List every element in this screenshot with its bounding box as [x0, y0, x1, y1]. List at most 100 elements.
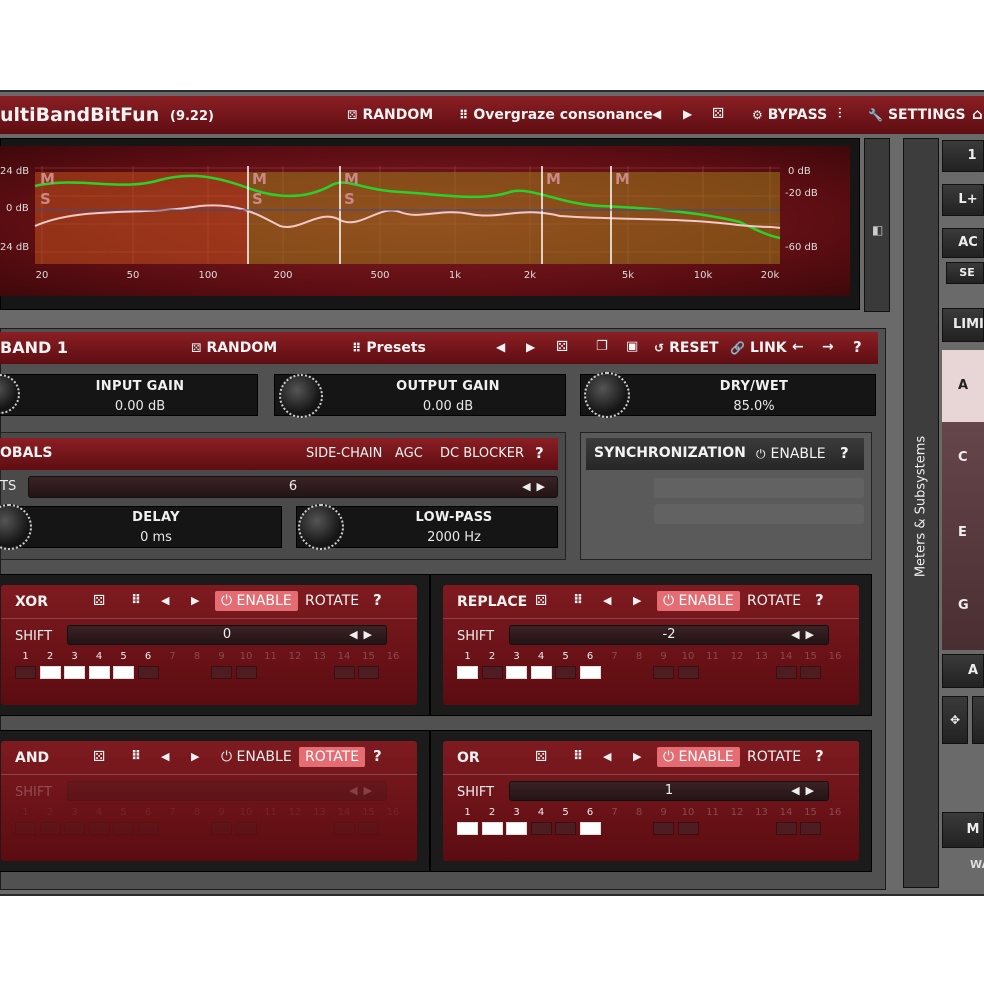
bit-cell[interactable] — [285, 666, 306, 679]
bit-cell[interactable] — [653, 822, 674, 835]
bit-cell[interactable] — [113, 666, 134, 679]
bit-cell[interactable] — [137, 822, 159, 835]
bit-cell[interactable] — [629, 666, 650, 679]
operator-help-button[interactable]: ? — [373, 591, 382, 609]
band-prev-icon[interactable]: ◀ — [496, 340, 505, 354]
copy-icon[interactable]: ❐ — [596, 339, 608, 354]
bit-cell[interactable] — [530, 666, 552, 679]
bit-cell[interactable] — [481, 822, 503, 835]
operator-enable-button[interactable]: ⏻ ENABLE — [215, 747, 298, 767]
band-random-button[interactable]: ⚄ RANDOM — [191, 340, 277, 356]
bit-cell[interactable] — [751, 666, 772, 679]
bit-cell[interactable] — [88, 666, 110, 679]
right-button-lr[interactable]: L+ — [942, 184, 984, 216]
operator-help-button[interactable]: ? — [815, 747, 824, 765]
bit-cell[interactable] — [727, 666, 748, 679]
bit-cell[interactable] — [15, 822, 36, 835]
operator-next-icon[interactable]: ▶ — [191, 750, 199, 763]
bit-cell[interactable] — [825, 822, 846, 835]
bit-cell[interactable] — [383, 822, 404, 835]
band-m-label-3[interactable]: M — [344, 170, 359, 188]
bit-cell[interactable] — [702, 666, 723, 679]
spectrum-display[interactable]: M S M S M S M M 24 dB 0 dB 24 dB 0 dB -2… — [0, 146, 850, 296]
bit-cell[interactable] — [333, 666, 355, 679]
bit-cell[interactable] — [775, 666, 797, 679]
bit-cell[interactable] — [506, 666, 527, 679]
bit-cell[interactable] — [235, 822, 257, 835]
operator-shift-slider[interactable]: 1 ◀▶ — [509, 781, 829, 801]
right-button-se[interactable]: SE — [946, 262, 984, 284]
band-help-button[interactable]: ? — [853, 338, 862, 356]
random-button[interactable]: ⚄ RANDOM — [347, 107, 433, 123]
operator-rotate-button[interactable]: ROTATE — [741, 747, 807, 767]
reset-button[interactable]: ↺ RESET — [654, 340, 719, 356]
globals-help-button[interactable]: ? — [535, 444, 544, 462]
bit-cell[interactable] — [457, 666, 478, 679]
band-m-label-4[interactable]: M — [546, 170, 561, 188]
bit-cell[interactable] — [39, 666, 61, 679]
output-gain-value[interactable]: 0.00 dB — [328, 399, 568, 414]
sidechain-button[interactable]: SIDE-CHAIN — [306, 446, 382, 461]
bit-cell[interactable] — [211, 822, 232, 835]
operator-enable-button[interactable]: ⏻ ENABLE — [215, 591, 298, 611]
operator-next-icon[interactable]: ▶ — [633, 750, 641, 763]
bit-cell[interactable] — [64, 666, 85, 679]
delay-value[interactable]: 0 ms — [36, 530, 276, 545]
bit-cell[interactable] — [604, 666, 625, 679]
operator-next-icon[interactable]: ▶ — [191, 594, 199, 607]
operator-prev-icon[interactable]: ◀ — [603, 750, 611, 763]
operator-enable-button[interactable]: ⏻ ENABLE — [657, 591, 740, 611]
bit-cell[interactable] — [775, 822, 797, 835]
bit-cell[interactable] — [677, 822, 699, 835]
bit-cell[interactable] — [383, 666, 404, 679]
sync-help-button[interactable]: ? — [840, 444, 849, 462]
operator-enable-button[interactable]: ⏻ ENABLE — [657, 747, 740, 767]
prev-preset-icon[interactable]: ◀ — [652, 107, 661, 121]
sync-enable-button[interactable]: ⏻ ENABLE — [756, 446, 826, 462]
drywet-knob[interactable] — [584, 372, 630, 418]
bit-cell[interactable] — [481, 666, 503, 679]
operator-grid-icon[interactable]: ⠿ — [573, 749, 583, 764]
bit-cell[interactable] — [39, 822, 61, 835]
home-icon[interactable]: ⌂ — [972, 105, 983, 123]
output-gain-knob[interactable] — [279, 374, 323, 418]
bit-cell[interactable] — [677, 666, 699, 679]
randomize-preset-icon[interactable]: ⚄ — [712, 106, 724, 122]
operator-help-button[interactable]: ? — [373, 747, 382, 765]
spectrum-side-handle[interactable]: ◧ — [864, 138, 890, 312]
band-s-label-3[interactable]: S — [344, 190, 355, 208]
band-m-label-2[interactable]: M — [252, 170, 267, 188]
operator-rotate-button[interactable]: ROTATE — [299, 591, 365, 611]
next-preset-icon[interactable]: ▶ — [683, 107, 692, 121]
bit-cell[interactable] — [457, 822, 478, 835]
bit-cell[interactable] — [187, 822, 208, 835]
bit-cell[interactable] — [629, 822, 650, 835]
channel-c[interactable]: C — [958, 450, 968, 465]
lowpass-value[interactable]: 2000 Hz — [334, 530, 574, 545]
operator-dice-icon[interactable]: ⚄ — [93, 593, 105, 609]
right-button-m[interactable]: M — [942, 812, 984, 848]
bit-cell[interactable] — [800, 666, 821, 679]
channel-a[interactable]: A — [942, 350, 984, 422]
operator-shift-slider[interactable]: 0 ◀▶ — [67, 625, 387, 645]
band-m-label-1[interactable]: M — [40, 170, 55, 188]
bit-cell[interactable] — [162, 666, 183, 679]
bit-cell[interactable] — [358, 666, 379, 679]
right-button-a[interactable]: A — [942, 654, 984, 688]
bypass-button[interactable]: ⚙ BYPASS — [752, 107, 827, 123]
bit-cell[interactable] — [235, 666, 257, 679]
arrow-left-icon[interactable]: ← — [792, 339, 804, 355]
operator-prev-icon[interactable]: ◀ — [161, 750, 169, 763]
dcblocker-button[interactable]: DC BLOCKER — [440, 446, 524, 461]
agc-button[interactable]: AGC — [395, 446, 423, 461]
operator-prev-icon[interactable]: ◀ — [603, 594, 611, 607]
fullscreen-button[interactable]: ✥ — [942, 696, 968, 744]
bit-cell[interactable] — [506, 822, 527, 835]
bit-cell[interactable] — [702, 822, 723, 835]
operator-shift-slider[interactable]: ◀▶ — [67, 781, 387, 801]
band-dice-icon[interactable]: ⚄ — [556, 339, 568, 355]
operator-dice-icon[interactable]: ⚄ — [93, 749, 105, 765]
bit-cell[interactable] — [260, 822, 281, 835]
right-button-ac[interactable]: AC — [942, 228, 984, 258]
operator-rotate-button[interactable]: ROTATE — [299, 747, 366, 767]
